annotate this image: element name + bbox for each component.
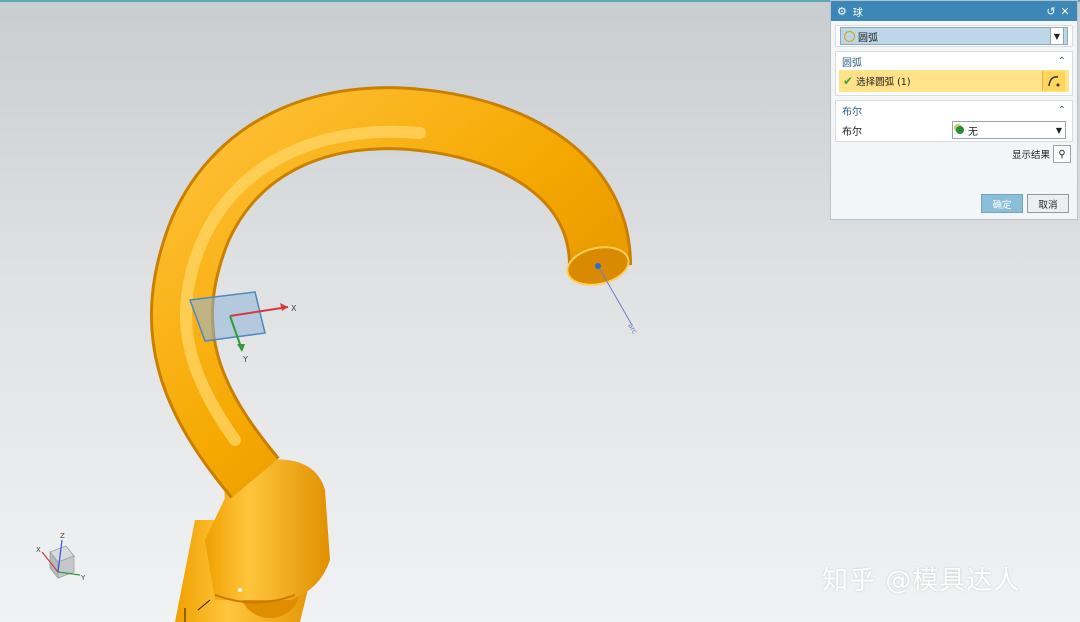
- chevron-down-icon[interactable]: ▼: [1056, 126, 1062, 135]
- sphere-dialog[interactable]: ⚙ 球 ↺ ✕ 圆弧 ▼ 圆弧 ⌃ ✔ 选择圆弧 (1) 布尔 ⌃ 布尔 无 ▼…: [830, 0, 1078, 220]
- arc-section: 圆弧 ⌃ ✔ 选择圆弧 (1): [835, 51, 1073, 96]
- watermark: 知乎 @模具达人: [822, 566, 1021, 596]
- svg-text:X: X: [291, 304, 297, 313]
- chevron-down-icon[interactable]: ▼: [1050, 27, 1064, 45]
- arc-section-header[interactable]: 圆弧 ⌃: [836, 52, 1072, 70]
- svg-text:X: X: [36, 546, 41, 554]
- arc-section-title: 圆弧: [842, 57, 862, 69]
- dialog-title: 球: [852, 7, 863, 19]
- ok-button[interactable]: 确定: [981, 194, 1023, 213]
- dialog-titlebar[interactable]: ⚙ 球 ↺ ✕: [831, 1, 1077, 21]
- svg-text:Y: Y: [242, 355, 248, 364]
- boolean-dropdown-value: 无: [968, 126, 978, 138]
- gear-icon[interactable]: ⚙: [837, 5, 847, 18]
- type-dropdown[interactable]: 圆弧 ▼: [840, 27, 1068, 45]
- boolean-label: 布尔: [842, 126, 862, 138]
- preview-row: 显示结果 ⚲: [831, 142, 1077, 166]
- reset-icon[interactable]: ↺: [1045, 5, 1057, 18]
- select-arc-row[interactable]: ✔ 选择圆弧 (1): [839, 70, 1069, 92]
- collapse-icon[interactable]: ⌃: [1058, 105, 1066, 116]
- type-section: 圆弧 ▼: [835, 25, 1073, 47]
- collapse-icon[interactable]: ⌃: [1058, 56, 1066, 67]
- arc-center-point: [595, 263, 601, 269]
- preview-label: 显示结果: [1011, 150, 1050, 161]
- view-triad: X Y Z: [36, 532, 86, 582]
- boolean-dropdown[interactable]: 无 ▼: [952, 121, 1066, 139]
- select-arc-label: 选择圆弧 (1): [856, 77, 911, 88]
- cancel-button[interactable]: 取消: [1027, 194, 1069, 213]
- svg-text:Z: Z: [60, 532, 65, 540]
- boolean-section-title: 布尔: [842, 106, 862, 118]
- boolean-none-icon: [956, 126, 964, 134]
- boolean-section-header[interactable]: 布尔 ⌃: [836, 101, 1072, 119]
- magnifier-icon[interactable]: ⚲: [1053, 145, 1071, 163]
- arc-type-icon: [844, 30, 855, 42]
- checkmark-icon: ✔: [843, 74, 854, 88]
- arc-select-icon[interactable]: [1042, 71, 1065, 91]
- shaft-cylinder: [175, 459, 330, 622]
- svg-text:Y: Y: [80, 574, 86, 582]
- boolean-section: 布尔 ⌃ 布尔 无 ▼: [835, 100, 1073, 142]
- close-icon[interactable]: ✕: [1059, 5, 1071, 18]
- boolean-row: 布尔 无 ▼: [836, 119, 1072, 141]
- type-dropdown-value: 圆弧: [858, 32, 878, 44]
- svg-text:arc: arc: [626, 322, 638, 336]
